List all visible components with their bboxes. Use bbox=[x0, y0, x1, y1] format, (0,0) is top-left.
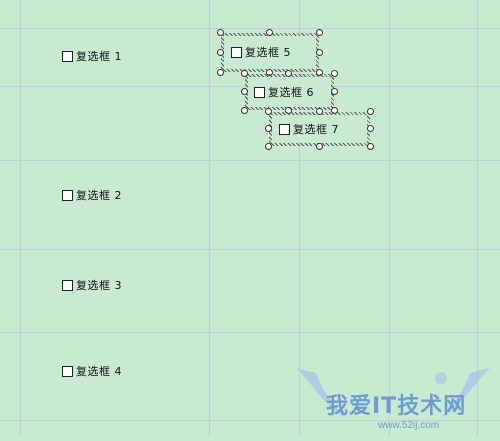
checkbox-6-selection[interactable]: 复选框 6 bbox=[241, 70, 338, 114]
grid-row-line bbox=[0, 332, 500, 333]
resize-handle[interactable] bbox=[316, 143, 323, 150]
checkbox-7-selection[interactable]: 复选框 7 bbox=[265, 108, 374, 150]
watermark-text: 我爱IT技术网 bbox=[326, 394, 467, 419]
resize-handle[interactable] bbox=[241, 88, 248, 95]
checkbox-4[interactable]: 复选框 4 bbox=[62, 363, 122, 379]
resize-handle[interactable] bbox=[316, 49, 323, 56]
checkbox-label: 复选框 2 bbox=[76, 189, 122, 202]
checkbox-square[interactable] bbox=[62, 365, 73, 377]
checkbox-label: 复选框 4 bbox=[76, 365, 122, 378]
checkbox-label: 复选框 6 bbox=[268, 86, 314, 99]
grid-row-line bbox=[0, 160, 500, 161]
checkbox-label: 复选框 7 bbox=[293, 123, 339, 136]
resize-handle[interactable] bbox=[367, 125, 374, 132]
checkbox-label: 复选框 1 bbox=[76, 50, 122, 63]
resize-handle[interactable] bbox=[266, 29, 273, 36]
checkbox-square[interactable] bbox=[279, 123, 290, 135]
resize-handle[interactable] bbox=[285, 70, 292, 77]
resize-handle[interactable] bbox=[367, 143, 374, 150]
checkbox-2[interactable]: 复选框 2 bbox=[62, 187, 122, 203]
resize-handle[interactable] bbox=[265, 125, 272, 132]
checkbox-label: 复选框 5 bbox=[245, 46, 291, 59]
grid-row-line bbox=[0, 28, 500, 29]
checkbox-7[interactable]: 复选框 7 bbox=[279, 121, 339, 137]
resize-handle[interactable] bbox=[331, 88, 338, 95]
resize-handle[interactable] bbox=[316, 29, 323, 36]
grid-row-line bbox=[0, 249, 500, 250]
resize-handle[interactable] bbox=[241, 70, 248, 77]
resize-handle[interactable] bbox=[265, 108, 272, 115]
watermark-url: www.52ij.com bbox=[378, 420, 440, 431]
resize-handle[interactable] bbox=[217, 29, 224, 36]
resize-handle[interactable] bbox=[316, 108, 323, 115]
resize-handle[interactable] bbox=[367, 108, 374, 115]
checkbox-6[interactable]: 复选框 6 bbox=[254, 84, 314, 100]
resize-handle[interactable] bbox=[265, 143, 272, 150]
resize-handle[interactable] bbox=[217, 69, 224, 76]
checkbox-5[interactable]: 复选框 5 bbox=[231, 44, 291, 60]
checkbox-square[interactable] bbox=[62, 279, 73, 291]
checkbox-square[interactable] bbox=[62, 50, 73, 62]
grid-column-line bbox=[20, 0, 21, 437]
resize-handle[interactable] bbox=[331, 70, 338, 77]
grid-column-line bbox=[209, 0, 210, 437]
checkbox-square[interactable] bbox=[231, 46, 242, 58]
checkbox-1[interactable]: 复选框 1 bbox=[62, 48, 122, 64]
spreadsheet-grid[interactable]: 复选框 1 复选框 2 复选框 3 复选框 4 复选框 5 复选框 6 复选框 … bbox=[0, 0, 500, 437]
checkbox-square[interactable] bbox=[62, 189, 73, 201]
checkbox-3[interactable]: 复选框 3 bbox=[62, 277, 122, 293]
resize-handle[interactable] bbox=[217, 49, 224, 56]
resize-handle[interactable] bbox=[241, 107, 248, 114]
checkbox-5-selection[interactable]: 复选框 5 bbox=[217, 29, 323, 76]
checkbox-label: 复选框 3 bbox=[76, 279, 122, 292]
checkbox-square[interactable] bbox=[254, 86, 265, 98]
watermark: 我爱IT技术网 www.52ij.com bbox=[286, 358, 500, 437]
